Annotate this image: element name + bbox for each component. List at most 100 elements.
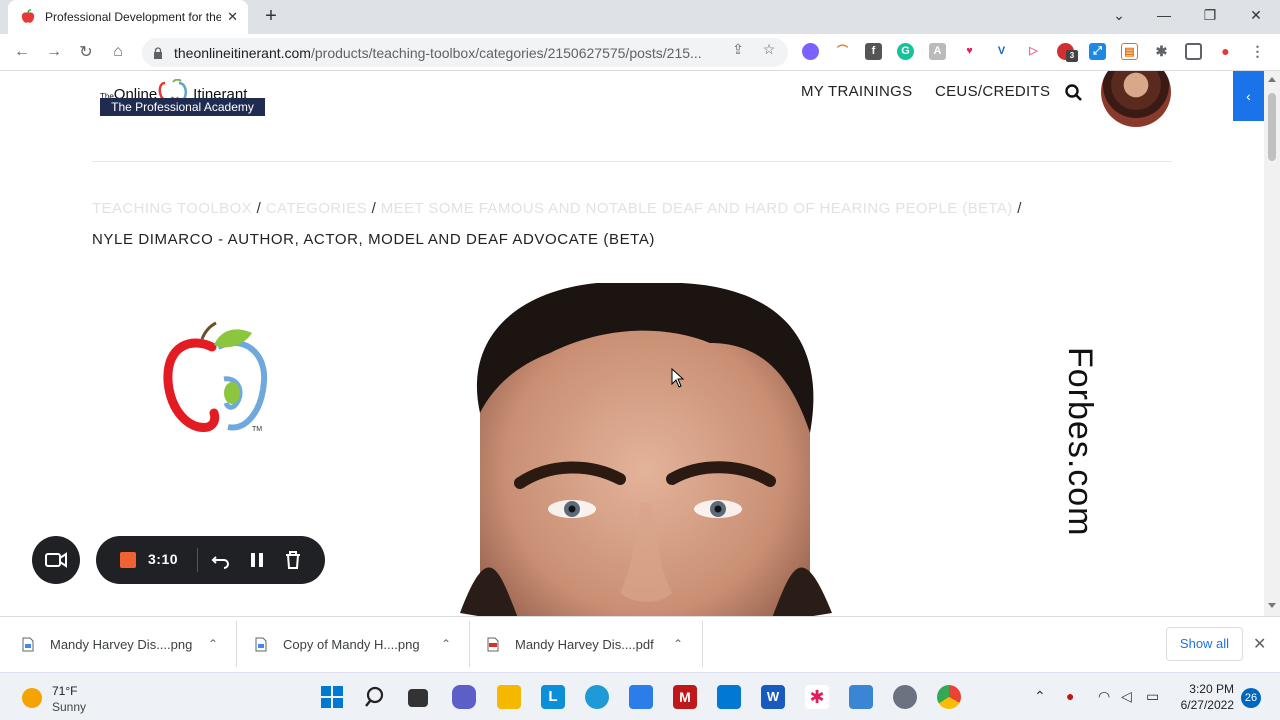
image-file-icon [22,637,34,651]
word-icon[interactable]: W [761,685,785,709]
breadcrumb-teaching-toolbox[interactable]: TEACHING TOOLBOX [92,200,252,217]
search-icon[interactable] [364,685,388,709]
extension-play-icon[interactable]: ▷ [1025,43,1042,60]
browser-toolbar: ← → ↻ ⌂ theonlineitinerant.com/products/… [0,34,1280,71]
camera-toggle-button[interactable] [32,536,80,584]
recording-controls: 3:10 [96,536,325,584]
breadcrumb-separator: / [256,200,262,217]
image-file-icon [255,637,267,651]
tab-search-chevron-icon[interactable]: ⌄ [1096,0,1142,30]
address-bar[interactable]: theonlineitinerant.com/products/teaching… [142,38,788,67]
logo-tm: TM [252,426,262,433]
chevron-up-icon[interactable]: ⌃ [208,637,218,651]
sidebar-toggle-chevron-icon[interactable]: ‹ [1233,71,1264,121]
chrome-icon[interactable] [937,685,961,709]
extension-grid-icon[interactable]: ▤ [1121,43,1138,60]
download-item[interactable]: Mandy Harvey Dis....pdf ⌃ [470,621,703,667]
breadcrumb: TEACHING TOOLBOX / CATEGORIES / MEET SOM… [92,200,1022,217]
download-filename: Copy of Mandy H....png [283,636,420,652]
site-logo[interactable]: TheOnline Itinerant The Professional Acad… [100,71,265,117]
close-window-button[interactable]: ✕ [1233,0,1279,30]
share-icon[interactable]: ⇪ [729,40,747,58]
extension-record-icon[interactable]: 3 [1057,43,1078,62]
weather-widget[interactable]: 71°F Sunny [52,683,86,715]
new-tab-button[interactable]: + [260,5,282,27]
extension-color-icon[interactable] [802,43,819,60]
home-button[interactable]: ⌂ [106,40,130,64]
system-clock[interactable]: 3:20 PM 6/27/2022 [1172,681,1234,713]
store-icon[interactable] [629,685,653,709]
site-favicon-icon [21,9,35,23]
windows-start-icon[interactable] [320,685,344,709]
trash-icon[interactable] [282,549,304,571]
extension-resize-icon[interactable]: ⤢ [1089,43,1106,60]
recording-timer: 3:10 [148,551,179,567]
pause-icon[interactable] [246,549,268,571]
side-panel-icon[interactable] [1185,43,1202,60]
chrome-menu-icon[interactable]: ⋮ [1249,43,1266,60]
url-text: theonlineitinerant.com/products/teaching… [174,45,714,61]
search-icon[interactable] [1064,83,1084,103]
scroll-up-arrow-icon[interactable] [1268,77,1276,82]
extension-badge: 3 [1066,50,1078,62]
extension-translate-icon[interactable]: A [929,43,946,60]
edge-icon[interactable] [585,685,609,709]
chevron-up-icon[interactable]: ⌃ [441,637,451,651]
undo-icon[interactable] [210,549,232,571]
profile-apple-icon[interactable]: ● [1217,43,1234,60]
scroll-down-arrow-icon[interactable] [1268,603,1276,608]
grammarly-icon[interactable]: G [897,43,914,60]
tab-title: Professional Development for the [45,10,222,24]
extensions-puzzle-icon[interactable]: ✱ [1153,43,1170,60]
recorder-divider [197,548,198,572]
app-l-icon[interactable]: L [541,685,565,709]
close-downloads-icon[interactable]: ✕ [1253,634,1266,654]
breadcrumb-categories[interactable]: CATEGORIES [266,200,367,217]
tray-chevron-icon[interactable]: ⌃ [1034,688,1046,705]
task-view-icon[interactable] [408,689,428,707]
extension-facebook-icon[interactable]: f [865,43,882,60]
breadcrumb-separator: / [1017,200,1022,217]
stop-recording-button[interactable] [120,552,136,568]
mcafee-icon[interactable]: M [673,685,697,709]
photo-credit-forbes: Forbes.com [1061,347,1099,537]
page-scrollbar[interactable] [1264,71,1280,616]
download-item[interactable]: Copy of Mandy H....png ⌃ [237,621,470,667]
restore-button[interactable]: ❐ [1187,0,1233,30]
breadcrumb-category[interactable]: MEET SOME FAMOUS AND NOTABLE DEAF AND HA… [381,200,1013,217]
nav-ceus-credits[interactable]: CEUS/CREDITS [935,83,1050,100]
nyle-dimarco-photo [460,283,832,616]
file-explorer-icon[interactable] [497,685,521,709]
tab-close-icon[interactable]: ✕ [227,9,238,25]
settings-gear-icon[interactable] [893,685,917,709]
reload-button[interactable]: ↻ [74,40,98,64]
scrollbar-thumb[interactable] [1268,93,1276,161]
battery-icon[interactable]: ▭ [1146,688,1159,705]
url-host: theonlineitinerant.com [174,44,311,61]
forward-button[interactable]: → [42,40,66,64]
minimize-button[interactable]: — [1141,0,1187,30]
extension-rainbow-icon[interactable]: ⌒ [834,43,851,60]
nav-my-trainings[interactable]: MY TRAININGS [801,83,912,100]
user-avatar[interactable] [1101,71,1171,127]
download-filename: Mandy Harvey Dis....pdf [515,636,654,652]
download-filename: Mandy Harvey Dis....png [50,636,193,652]
photos-icon[interactable] [849,685,873,709]
extension-heart-icon[interactable]: ♥ [961,43,978,60]
tab-active[interactable]: Professional Development for the ✕ [8,0,248,34]
outlook-icon[interactable] [717,685,741,709]
header-divider [92,161,1172,162]
volume-icon[interactable]: ◁ [1121,688,1132,705]
teams-chat-icon[interactable] [452,685,476,709]
back-button[interactable]: ← [10,40,34,64]
tray-mcafee-icon[interactable]: ● [1066,688,1074,704]
chevron-up-icon[interactable]: ⌃ [673,637,683,651]
slack-icon[interactable]: ✱ [805,685,829,709]
sun-icon[interactable] [22,688,42,708]
bookmark-star-icon[interactable]: ☆ [760,40,778,58]
show-all-button[interactable]: Show all [1166,627,1243,661]
notification-badge[interactable]: 26 [1241,688,1261,708]
download-item[interactable]: Mandy Harvey Dis....png ⌃ [0,621,237,667]
extension-v-icon[interactable]: V [993,43,1010,60]
wifi-icon[interactable]: ◠ [1098,688,1110,705]
